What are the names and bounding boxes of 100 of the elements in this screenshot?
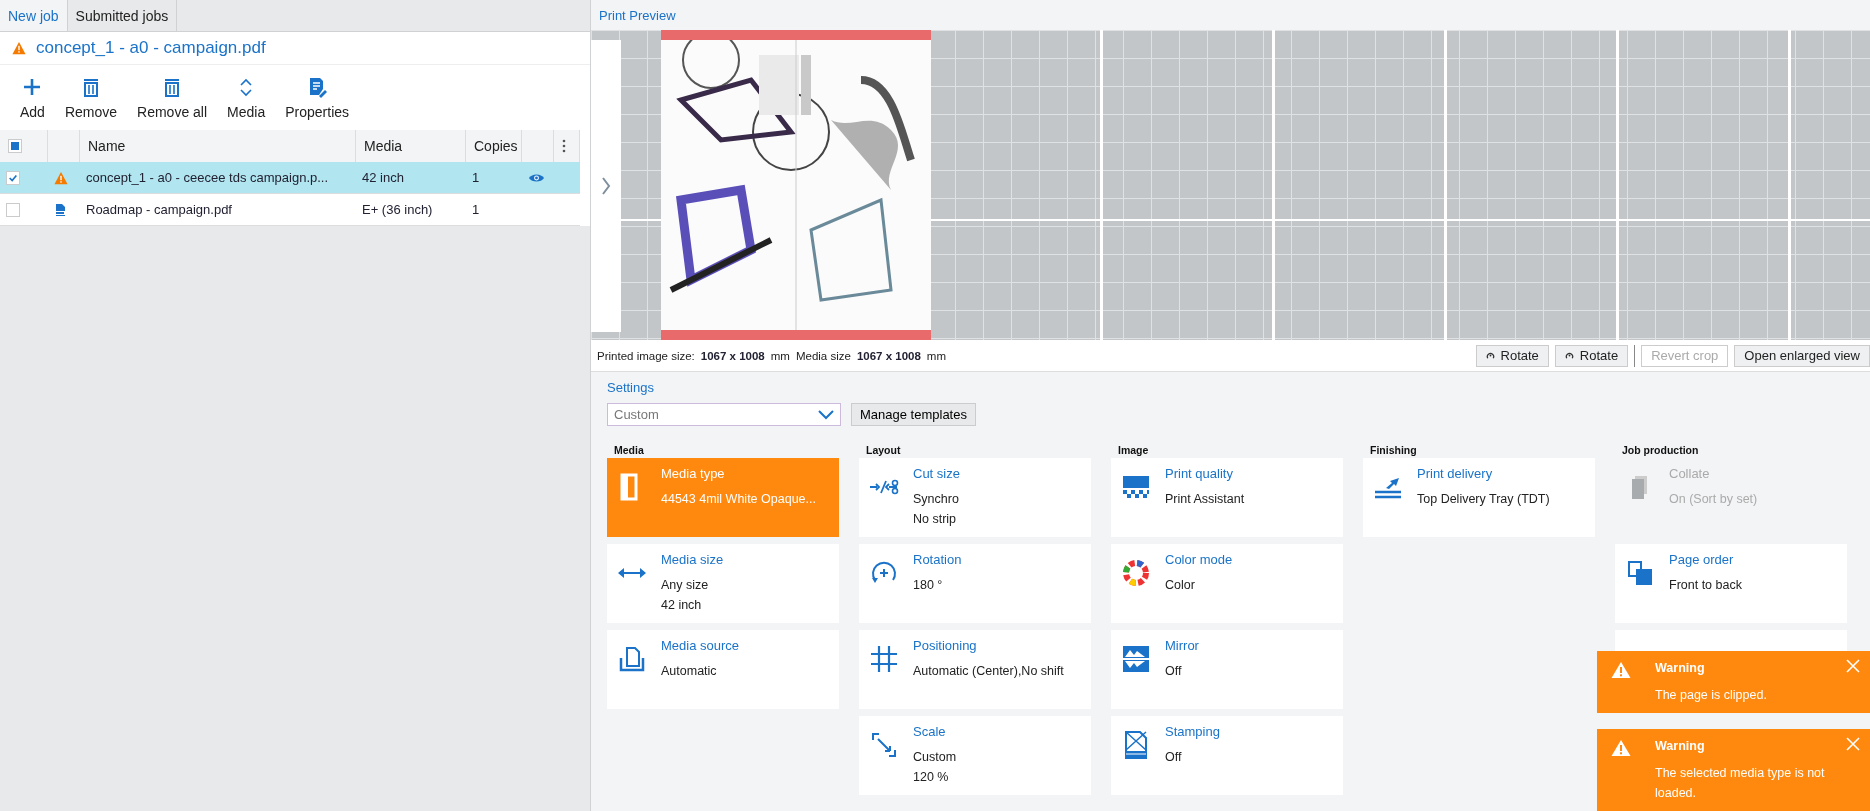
side-panel-handle[interactable] (591, 40, 621, 332)
toolbar-button[interactable]: Open enlarged view (1734, 344, 1870, 367)
tile-title: Page order (1669, 552, 1735, 567)
tile-value: Front to back (1669, 578, 1742, 592)
close-button[interactable] (1844, 657, 1862, 675)
tile-value: Automatic (Center),No shift (913, 664, 1064, 678)
info-value: 1067 x 1008 (700, 349, 765, 362)
setting-tile[interactable]: Scale Custom 120 % (859, 716, 1091, 795)
tile-value: Automatic (661, 664, 718, 678)
column-heading: Media (614, 444, 645, 456)
rotate-icon (1485, 351, 1495, 360)
tab[interactable]: New job (0, 0, 68, 31)
toolbar-button[interactable]: Rotate (1554, 344, 1629, 367)
column-heading: Finishing (1370, 444, 1418, 456)
mirror-icon (1121, 644, 1151, 674)
tile-title: Positioning (913, 638, 978, 653)
info-value: 1067 x 1008 (856, 349, 921, 362)
tile-title: Cut size (913, 466, 960, 481)
tile-title: Print quality (1165, 466, 1234, 481)
tile-value: Color (1165, 578, 1196, 592)
toolbar-button[interactable]: Remove all (127, 75, 218, 120)
table-cell: E+ (36 inch) (356, 194, 466, 226)
tile-title: Collate (1669, 466, 1711, 481)
setting-tile[interactable]: Positioning Automatic (Center),No shift (859, 630, 1091, 709)
setting-tile[interactable]: Color mode Color (1111, 544, 1343, 623)
tile-value: 120 % (913, 770, 950, 784)
chevron-right-icon (601, 175, 611, 197)
toast-title: Warning (1655, 739, 1706, 753)
info-label: Printed image size: (597, 349, 695, 362)
toolbar-button[interactable]: Remove (54, 75, 128, 120)
column-heading: Layout (866, 444, 902, 456)
tile-value: 180 ° (913, 578, 944, 592)
toolbar-button[interactable]: Properties (275, 75, 360, 120)
tile-value: Top Delivery Tray (TDT) (1417, 492, 1550, 506)
row-checkbox[interactable] (6, 202, 20, 217)
tray-icon (617, 644, 647, 674)
tile-value: On (Sort by set) (1669, 492, 1758, 506)
tile-title: Media size (661, 552, 724, 567)
toolbar-button[interactable]: Add (10, 75, 55, 120)
column-heading: Image (1118, 444, 1150, 456)
column-header[interactable]: Name (80, 130, 356, 162)
info-label: Media size (795, 349, 851, 362)
setting-tile[interactable]: Mirror Off (1111, 630, 1343, 709)
column-header[interactable]: Copies (466, 130, 522, 162)
more-options-icon (562, 139, 566, 153)
table-cell: 1 (466, 162, 522, 194)
panel-title: Print Preview (598, 6, 677, 25)
tile-value: Any size (661, 578, 710, 592)
close-icon (1846, 737, 1860, 751)
tile-value: Off (1165, 750, 1183, 764)
tile-title: Rotation (913, 552, 962, 567)
toast-message: The selected media type is not loaded. (1655, 765, 1826, 802)
setting-tile[interactable]: Print delivery Top Delivery Tray (TDT) (1363, 458, 1595, 537)
tile-title: Print delivery (1417, 466, 1494, 481)
setting-tile[interactable]: Rotation 180 ° (859, 544, 1091, 623)
info-unit: mm (926, 349, 946, 362)
table-cell: Roadmap - campaign.pdf (80, 194, 356, 226)
tile-title: Media type (661, 466, 726, 481)
setting-tile[interactable]: Media source Automatic (607, 630, 839, 709)
color-wheel-icon (1121, 558, 1151, 588)
column-header[interactable]: Media (356, 130, 466, 162)
table-cell: concept_1 - a0 - ceecee tds campaign.p... (80, 162, 356, 194)
job-title: concept_1 - a0 - campaign.pdf (36, 38, 266, 58)
tile-value: Custom (913, 750, 957, 764)
toolbar-button[interactable]: Media (217, 75, 276, 120)
tab[interactable]: Submitted jobs (67, 0, 178, 31)
manage-templates-button[interactable]: Manage templates (851, 403, 976, 426)
page-order-icon (1625, 558, 1655, 588)
column-heading: Job production (1622, 444, 1700, 456)
section-title: Settings (607, 380, 655, 395)
scale-icon (869, 730, 899, 760)
setting-tile[interactable]: Media size Any size 42 inch (607, 544, 839, 623)
tile-title: Scale (913, 724, 947, 739)
template-dropdown[interactable]: Custom (607, 403, 841, 426)
tile-value: Synchro (913, 492, 960, 506)
close-button[interactable] (1844, 735, 1862, 753)
table-cell: 1 (466, 194, 522, 226)
tile-value: Print Assistant (1165, 492, 1245, 506)
tile-title: Mirror (1165, 638, 1199, 653)
setting-tile[interactable]: Stamping Off (1111, 716, 1343, 795)
check-icon (8, 172, 18, 183)
warning-icon (1611, 661, 1631, 679)
tile-value: Off (1165, 664, 1183, 678)
tile-title: Media source (661, 638, 740, 653)
pdf-file-icon (54, 202, 66, 217)
setting-tile[interactable]: Cut size Synchro No strip (859, 458, 1091, 537)
tile-value: 42 inch (661, 598, 703, 612)
toast-message: The page is clipped. (1655, 687, 1767, 704)
chevron-down-icon (818, 409, 834, 420)
rotate-icon (1564, 351, 1574, 360)
tile-title: Stamping (1165, 724, 1220, 739)
setting-tile[interactable]: Page order Front to back (1615, 544, 1847, 623)
warning-icon (1611, 739, 1631, 757)
setting-tile[interactable]: Print quality Print Assistant (1111, 458, 1343, 537)
toolbar-button[interactable]: Rotate (1475, 344, 1549, 367)
table-cell: 42 inch (356, 162, 466, 194)
info-unit: mm (770, 349, 790, 362)
select-all-checkbox[interactable] (8, 139, 22, 153)
row-checkbox[interactable] (6, 170, 20, 185)
tile-title: Color mode (1165, 552, 1233, 567)
